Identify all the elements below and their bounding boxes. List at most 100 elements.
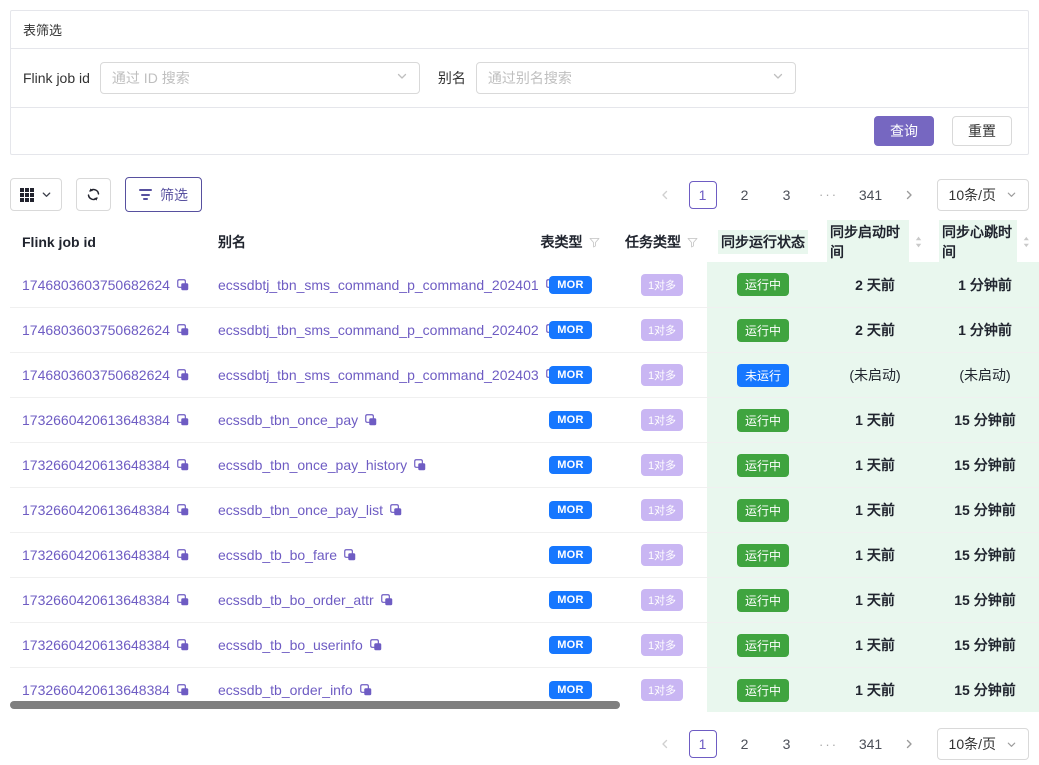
copy-icon[interactable] xyxy=(176,323,190,337)
page-ellipsis[interactable]: ··· xyxy=(815,730,843,758)
page-1[interactable]: 1 xyxy=(689,730,717,758)
flink-job-id-link[interactable]: 1746803603750682624 xyxy=(22,322,170,338)
page-size-select[interactable]: 10条/页 xyxy=(937,728,1029,760)
alias-link[interactable]: ecssdb_tb_bo_fare xyxy=(218,547,337,563)
heartbeat-time: 15 分钟前 xyxy=(931,533,1039,577)
column-settings-button[interactable] xyxy=(10,178,62,211)
page-size-value: 10条/页 xyxy=(949,185,996,205)
col-sync-status: 同步运行状态 xyxy=(707,230,819,254)
flink-job-id-link[interactable]: 1732660420613648384 xyxy=(22,592,170,608)
flink-job-id-link[interactable]: 1732660420613648384 xyxy=(22,547,170,563)
copy-icon[interactable] xyxy=(343,548,357,562)
status-badge: 运行中 xyxy=(737,499,789,522)
task-type-badge: 1对多 xyxy=(641,454,683,476)
query-button[interactable]: 查询 xyxy=(874,116,934,146)
alias-link[interactable]: ecssdb_tbn_once_pay_list xyxy=(218,502,383,518)
start-time: 1 天前 xyxy=(819,533,931,577)
prev-page-icon[interactable] xyxy=(655,181,675,209)
page-1[interactable]: 1 xyxy=(689,181,717,209)
table-type-badge: MOR xyxy=(549,321,592,339)
table-row: 1732660420613648384 ecssdb_tbn_once_pay_… xyxy=(10,442,1039,487)
copy-icon[interactable] xyxy=(380,593,394,607)
flink-job-id-link[interactable]: 1732660420613648384 xyxy=(22,502,170,518)
heartbeat-time: 15 分钟前 xyxy=(931,668,1039,712)
flink-job-id-link[interactable]: 1746803603750682624 xyxy=(22,367,170,383)
copy-icon[interactable] xyxy=(176,593,190,607)
alias-link[interactable]: ecssdbtj_tbn_sms_command_p_command_20240… xyxy=(218,367,539,383)
status-badge: 运行中 xyxy=(737,454,789,477)
copy-icon[interactable] xyxy=(176,278,190,292)
page-341[interactable]: 341 xyxy=(857,181,885,209)
alias-link[interactable]: ecssdbtj_tbn_sms_command_p_command_20240… xyxy=(218,277,539,293)
status-badge: 未运行 xyxy=(737,364,789,387)
page-3[interactable]: 3 xyxy=(773,730,801,758)
col-sync-start-time: 同步启动时间 xyxy=(819,220,931,264)
reset-button[interactable]: 重置 xyxy=(952,116,1012,146)
page-size-value: 10条/页 xyxy=(949,734,996,754)
funnel-filter-icon[interactable] xyxy=(686,236,699,249)
table-row: 1732660420613648384 ecssdb_tbn_once_pay … xyxy=(10,397,1039,442)
table-toolbar: 筛选 1 2 3 ··· 341 10条/页 xyxy=(10,177,1029,212)
chevron-down-icon xyxy=(1006,189,1017,200)
filter-button[interactable]: 筛选 xyxy=(125,177,202,212)
page-341[interactable]: 341 xyxy=(857,730,885,758)
alias-link[interactable]: ecssdbtj_tbn_sms_command_p_command_20240… xyxy=(218,322,539,338)
flink-job-id-link[interactable]: 1746803603750682624 xyxy=(22,277,170,293)
start-time: 1 天前 xyxy=(819,668,931,712)
alias-label: 别名 xyxy=(438,68,466,88)
flink-job-id-link[interactable]: 1732660420613648384 xyxy=(22,637,170,653)
flink-job-id-link[interactable]: 1732660420613648384 xyxy=(22,412,170,428)
status-badge: 运行中 xyxy=(737,679,789,702)
flink-job-id-link[interactable]: 1732660420613648384 xyxy=(22,457,170,473)
copy-icon[interactable] xyxy=(389,503,403,517)
page-size-select[interactable]: 10条/页 xyxy=(937,179,1029,211)
bottom-bar: 1 2 3 ··· 341 10条/页 xyxy=(10,728,1029,760)
copy-icon[interactable] xyxy=(176,638,190,652)
start-time: 2 天前 xyxy=(819,262,931,307)
filter-actions: 查询 重置 xyxy=(11,108,1028,154)
sort-icon[interactable] xyxy=(914,235,923,249)
sort-icon[interactable] xyxy=(1022,235,1031,249)
copy-icon[interactable] xyxy=(176,548,190,562)
copy-icon[interactable] xyxy=(176,503,190,517)
task-type-badge: 1对多 xyxy=(641,274,683,296)
task-type-badge: 1对多 xyxy=(641,679,683,701)
table-row: 1732660420613648384 ecssdb_tbn_once_pay_… xyxy=(10,487,1039,532)
page-3[interactable]: 3 xyxy=(773,181,801,209)
flink-job-id-link[interactable]: 1732660420613648384 xyxy=(22,682,170,698)
copy-icon[interactable] xyxy=(359,683,373,697)
alias-link[interactable]: ecssdb_tb_bo_order_attr xyxy=(218,592,374,608)
table-type-badge: MOR xyxy=(549,411,592,429)
page-2[interactable]: 2 xyxy=(731,181,759,209)
page-ellipsis[interactable]: ··· xyxy=(815,181,843,209)
table-body: 1746803603750682624 ecssdbtj_tbn_sms_com… xyxy=(10,262,1039,712)
copy-icon[interactable] xyxy=(369,638,383,652)
table-type-badge: MOR xyxy=(549,366,592,384)
refresh-button[interactable] xyxy=(76,178,111,211)
alias-link[interactable]: ecssdb_tb_bo_userinfo xyxy=(218,637,363,653)
chevron-down-icon xyxy=(1006,739,1017,750)
copy-icon[interactable] xyxy=(176,368,190,382)
alias-link[interactable]: ecssdb_tbn_once_pay_history xyxy=(218,457,407,473)
copy-icon[interactable] xyxy=(413,458,427,472)
alias-link[interactable]: ecssdb_tbn_once_pay xyxy=(218,412,358,428)
prev-page-icon[interactable] xyxy=(655,730,675,758)
next-page-icon[interactable] xyxy=(899,181,919,209)
next-page-icon[interactable] xyxy=(899,730,919,758)
horizontal-scrollbar[interactable] xyxy=(10,701,620,709)
table-header: Flink job id 别名 表类型 任务类型 同步运行状态 同步启动时间 同… xyxy=(10,220,1039,262)
alias-link[interactable]: ecssdb_tb_order_info xyxy=(218,682,353,698)
chevron-down-icon xyxy=(396,69,408,87)
flink-job-id-select[interactable]: 通过 ID 搜索 xyxy=(100,62,420,94)
copy-icon[interactable] xyxy=(176,458,190,472)
start-time: (未启动) xyxy=(819,353,931,397)
funnel-filter-icon[interactable] xyxy=(588,236,601,249)
table-row: 1732660420613648384 ecssdb_tb_bo_order_a… xyxy=(10,577,1039,622)
table-type-badge: MOR xyxy=(549,636,592,654)
copy-icon[interactable] xyxy=(364,413,378,427)
page-2[interactable]: 2 xyxy=(731,730,759,758)
heartbeat-time: 15 分钟前 xyxy=(931,398,1039,442)
copy-icon[interactable] xyxy=(176,683,190,697)
alias-select[interactable]: 通过别名搜索 xyxy=(476,62,796,94)
copy-icon[interactable] xyxy=(176,413,190,427)
